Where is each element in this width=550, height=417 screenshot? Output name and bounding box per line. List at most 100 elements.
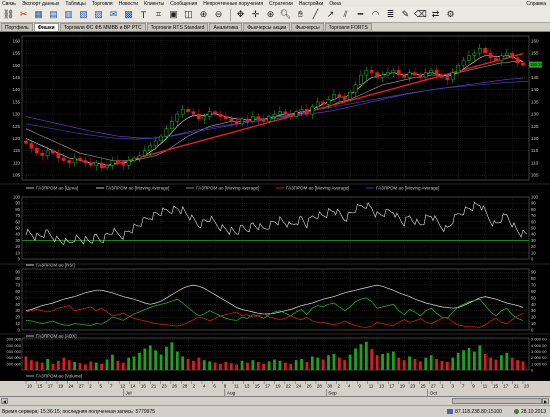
time-tick-label: 21	[514, 384, 520, 389]
volume-bar	[321, 359, 325, 370]
volume-bar	[283, 362, 287, 370]
volume-bar	[30, 360, 33, 370]
disconnect-icon[interactable]: ✂	[17, 8, 30, 21]
hand-icon[interactable]: ✋︎	[294, 8, 307, 21]
zoom-out-icon[interactable]: ⊖	[212, 8, 225, 21]
rsi-tick-label-right: 90	[531, 201, 536, 206]
tab[interactable]: Портфель	[1, 23, 33, 31]
candle-body	[251, 116, 255, 122]
timeframe-icon[interactable]: ▣	[167, 8, 180, 21]
interval-select-icon[interactable]: ◫	[182, 8, 195, 21]
table-icon[interactable]: ▦	[32, 8, 45, 21]
menu-bar: Связь Экспорт данных Таблицы Торговля Новост…	[0, 0, 550, 7]
scroll-thumb[interactable]	[452, 398, 542, 404]
volume-bar	[84, 364, 87, 370]
menu-item[interactable]: Стратегии	[269, 1, 293, 7]
volume-bar	[478, 345, 482, 370]
arc-tool-icon[interactable]: ◠	[369, 8, 382, 21]
chart-window[interactable]: 1601601551551501501451451401401351351301…	[0, 32, 550, 397]
eraser-icon[interactable]: ⌫	[414, 8, 427, 21]
tab[interactable]: Фьючерсы акции	[243, 23, 291, 31]
candle-body	[515, 57, 520, 64]
tab[interactable]: Торговля RTS Standard	[146, 23, 209, 31]
volume-tick-label-left: 000 000	[7, 343, 22, 348]
menu-item[interactable]: Сообщения	[170, 1, 197, 7]
price-tick-label-right: 140	[531, 87, 539, 92]
menu-item[interactable]: Связь	[2, 1, 16, 7]
zoom-icon[interactable]: ⊕	[264, 8, 277, 21]
candle-body	[278, 111, 282, 115]
trades-icon[interactable]: ▧	[77, 8, 90, 21]
candle-body	[391, 69, 396, 73]
time-tick-label: 23	[162, 384, 168, 389]
crosshair-chart-icon[interactable]: ⌗	[152, 8, 165, 21]
candle-body	[380, 74, 385, 78]
volume-bar	[35, 361, 39, 370]
zoom-in-icon[interactable]: ⊕	[197, 8, 210, 21]
horizontal-scrollbar[interactable]: ◀ ▶	[0, 396, 550, 405]
arrows-icon[interactable]: ⇄	[429, 8, 442, 21]
candle-body	[137, 155, 142, 159]
text-tool-icon[interactable]: T	[137, 8, 150, 21]
orders-icon[interactable]: ▥	[62, 8, 75, 21]
candle-body	[413, 72, 417, 76]
volume-bar	[235, 364, 239, 370]
trend-channel-icon[interactable]: ⫽	[339, 8, 352, 21]
time-tick-label: 17	[48, 384, 54, 389]
candle-body	[456, 65, 461, 73]
tab[interactable]: Торговля FORTS	[324, 23, 372, 31]
time-tick-label: 11	[483, 384, 488, 389]
portfolio-icon[interactable]: ▨	[92, 8, 105, 21]
menu-item[interactable]: Торговля	[92, 1, 113, 7]
connect-icon[interactable]: ⛓	[2, 8, 15, 21]
tab[interactable]: Фьючерсы	[291, 23, 324, 31]
news-icon[interactable]: ✉	[107, 8, 120, 21]
chart-icon[interactable]: ▩	[122, 8, 135, 21]
properties-icon[interactable]: ⚙	[444, 8, 457, 21]
candle-body	[321, 101, 325, 105]
line-tool-icon[interactable]: ╱	[309, 8, 322, 21]
rsi-tick-label-right: 30	[531, 238, 536, 243]
menu-item[interactable]: Окна	[329, 1, 341, 7]
menu-item[interactable]: Таблицы	[65, 1, 85, 7]
menu-item[interactable]: Клиенты	[144, 1, 164, 7]
menu-item[interactable]: Непрочтенные поручения	[203, 1, 263, 7]
menu-item[interactable]: Новости	[119, 1, 138, 7]
volume-bar	[472, 351, 476, 370]
volume-bar	[429, 355, 433, 370]
ray-tool-icon[interactable]: ↗	[324, 8, 337, 21]
menu-item[interactable]: Настройки	[299, 1, 324, 7]
time-tick-label: 28	[317, 384, 323, 389]
candle-body	[369, 69, 374, 73]
horizontal-line-icon[interactable]: ━	[354, 8, 367, 21]
adx-tick-label-right: 30	[531, 308, 536, 313]
rsi-tick-label-right: 0	[531, 257, 534, 262]
fibonacci-icon[interactable]: ≣	[384, 8, 397, 21]
candle-body	[99, 162, 104, 169]
candle-body	[267, 116, 271, 122]
quotes-icon[interactable]: ▤	[47, 8, 60, 21]
menu-item-help[interactable]: Справка	[526, 1, 546, 7]
chart-svg[interactable]: 1601601551551501501451451401401351351301…	[0, 32, 550, 397]
tab[interactable]: Торговля ФС ФБ ММВБ и ВР РТС	[59, 23, 146, 31]
adx-tick-label-right: 40	[531, 302, 536, 307]
candle-body	[56, 152, 61, 159]
tab[interactable]: Фишки	[33, 23, 59, 31]
candle-body	[494, 57, 498, 61]
time-tick-label: 21	[151, 384, 157, 389]
pencil-icon[interactable]: ✎	[399, 8, 412, 21]
menu-item[interactable]: Экспорт данных	[22, 1, 60, 7]
volume-bar	[418, 361, 422, 370]
volume-bar	[240, 360, 244, 370]
volume-bar	[73, 362, 77, 370]
candle-body	[272, 113, 277, 117]
scroll-right-icon[interactable]: ▶	[542, 398, 549, 404]
magnify-icon[interactable]: 🔍︎	[279, 8, 292, 21]
scroll-left-icon[interactable]: ◀	[1, 398, 8, 404]
volume-bar	[111, 354, 114, 370]
candle-body	[510, 52, 515, 59]
crosshair-icon[interactable]: ✛	[249, 8, 262, 21]
tab[interactable]: Аналитика	[209, 23, 243, 31]
candle-body	[332, 94, 336, 100]
move-icon[interactable]: ✥	[234, 8, 247, 21]
